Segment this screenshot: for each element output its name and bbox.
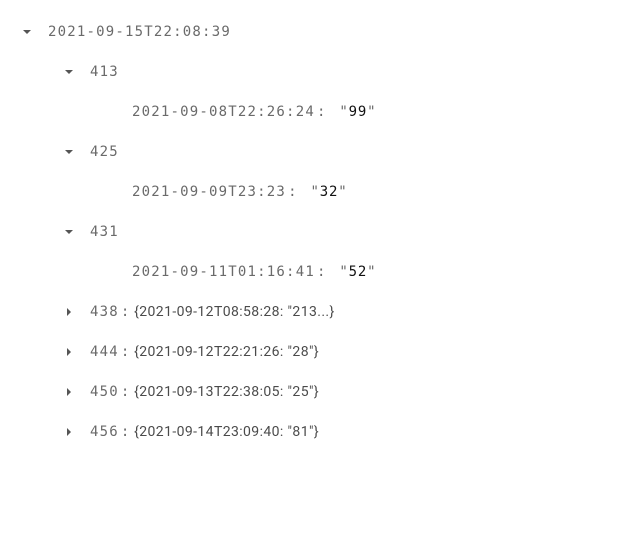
tree-leaf-value: 32 bbox=[320, 184, 338, 200]
tree-preview: {2021-09-12T08:58:28: "213...} bbox=[134, 304, 335, 320]
chevron-right-icon[interactable] bbox=[62, 425, 76, 439]
tree-row-root[interactable]: 2021-09-15T22:08:39 bbox=[20, 12, 600, 52]
colon: : bbox=[288, 184, 297, 200]
chevron-down-icon[interactable] bbox=[62, 65, 76, 79]
chevron-down-icon[interactable] bbox=[62, 225, 76, 239]
tree-row-413[interactable]: 413 bbox=[20, 52, 600, 92]
tree-preview: {2021-09-12T22:21:26: "28"} bbox=[134, 344, 319, 360]
quote-close: " bbox=[367, 264, 376, 280]
tree-key: 431 bbox=[90, 224, 119, 240]
colon: : bbox=[121, 424, 130, 440]
quote-close: " bbox=[338, 184, 347, 200]
tree-leaf-key: 2021-09-09T23:23 bbox=[132, 184, 286, 200]
tree-preview: {2021-09-13T22:38:05: "25"} bbox=[134, 384, 319, 400]
chevron-right-icon[interactable] bbox=[62, 305, 76, 319]
tree-key: 456 bbox=[90, 424, 119, 440]
quote-open: " bbox=[330, 264, 348, 280]
colon: : bbox=[317, 104, 326, 120]
tree-leaf-413[interactable]: 2021-09-08T22:26:24 : " 99 " bbox=[20, 92, 600, 132]
colon: : bbox=[317, 264, 326, 280]
colon: : bbox=[121, 344, 130, 360]
tree-row-456[interactable]: 456 : {2021-09-14T23:09:40: "81"} bbox=[20, 412, 600, 452]
tree-row-450[interactable]: 450 : {2021-09-13T22:38:05: "25"} bbox=[20, 372, 600, 412]
tree-row-425[interactable]: 425 bbox=[20, 132, 600, 172]
tree-key: 444 bbox=[90, 344, 119, 360]
tree-key: 425 bbox=[90, 144, 119, 160]
tree-leaf-key: 2021-09-11T01:16:41 bbox=[132, 264, 315, 280]
chevron-down-icon[interactable] bbox=[20, 25, 34, 39]
colon: : bbox=[121, 304, 130, 320]
tree-leaf-431[interactable]: 2021-09-11T01:16:41 : " 52 " bbox=[20, 252, 600, 292]
tree-leaf-key: 2021-09-08T22:26:24 bbox=[132, 104, 315, 120]
tree-row-438[interactable]: 438 : {2021-09-12T08:58:28: "213...} bbox=[20, 292, 600, 332]
chevron-right-icon[interactable] bbox=[62, 385, 76, 399]
tree-leaf-value: 52 bbox=[349, 264, 367, 280]
tree-key-root: 2021-09-15T22:08:39 bbox=[48, 24, 231, 40]
tree-key: 438 bbox=[90, 304, 119, 320]
quote-close: " bbox=[367, 104, 376, 120]
tree-key: 450 bbox=[90, 384, 119, 400]
tree-row-431[interactable]: 431 bbox=[20, 212, 600, 252]
tree-key: 413 bbox=[90, 64, 119, 80]
chevron-down-icon[interactable] bbox=[62, 145, 76, 159]
tree-leaf-425[interactable]: 2021-09-09T23:23 : " 32 " bbox=[20, 172, 600, 212]
quote-open: " bbox=[301, 184, 319, 200]
tree-row-444[interactable]: 444 : {2021-09-12T22:21:26: "28"} bbox=[20, 332, 600, 372]
tree-leaf-value: 99 bbox=[349, 104, 367, 120]
colon: : bbox=[121, 384, 130, 400]
quote-open: " bbox=[330, 104, 348, 120]
chevron-right-icon[interactable] bbox=[62, 345, 76, 359]
tree-preview: {2021-09-14T23:09:40: "81"} bbox=[134, 424, 319, 440]
